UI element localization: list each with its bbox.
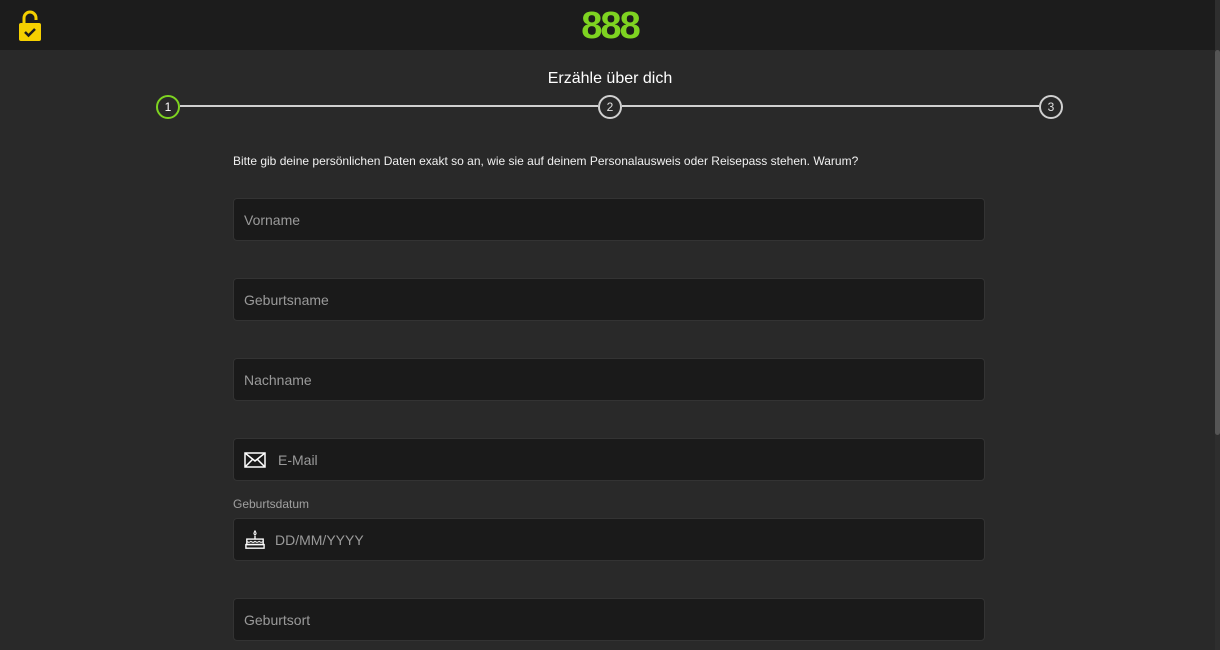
intro-text: Bitte gib deine persönlichen Daten exakt… xyxy=(233,154,858,168)
lock-check-icon xyxy=(19,10,41,41)
brand-logo[interactable]: 888 xyxy=(578,7,642,43)
last-name-input[interactable] xyxy=(234,359,984,400)
first-name-field xyxy=(233,198,985,241)
birthplace-field xyxy=(233,598,985,641)
why-link[interactable]: Warum? xyxy=(813,154,858,168)
page-scrollbar[interactable] xyxy=(1215,0,1220,650)
email-field xyxy=(233,438,985,481)
birth-name-input[interactable] xyxy=(234,279,984,320)
step-1-circle: 1 xyxy=(156,95,180,119)
intro-instruction: Bitte gib deine persönlichen Daten exakt… xyxy=(233,154,811,168)
last-name-field xyxy=(233,358,985,401)
scrollbar-thumb[interactable] xyxy=(1215,50,1220,435)
birthplace-input[interactable] xyxy=(234,599,984,640)
first-name-input[interactable] xyxy=(234,199,984,240)
stepper-line-1-2 xyxy=(180,105,598,107)
step-3-circle: 3 xyxy=(1039,95,1063,119)
logo-text: 888 xyxy=(581,7,639,43)
birthdate-input[interactable] xyxy=(234,519,984,560)
stepper-line-2-3 xyxy=(622,105,1039,107)
birthdate-field xyxy=(233,518,985,561)
step-title: Erzähle über dich xyxy=(547,70,673,87)
birthdate-label: Geburtsdatum xyxy=(233,497,310,511)
top-bar: 888 xyxy=(0,0,1220,50)
step-2-circle: 2 xyxy=(598,95,622,119)
email-input[interactable] xyxy=(234,439,984,480)
birth-name-field xyxy=(233,278,985,321)
